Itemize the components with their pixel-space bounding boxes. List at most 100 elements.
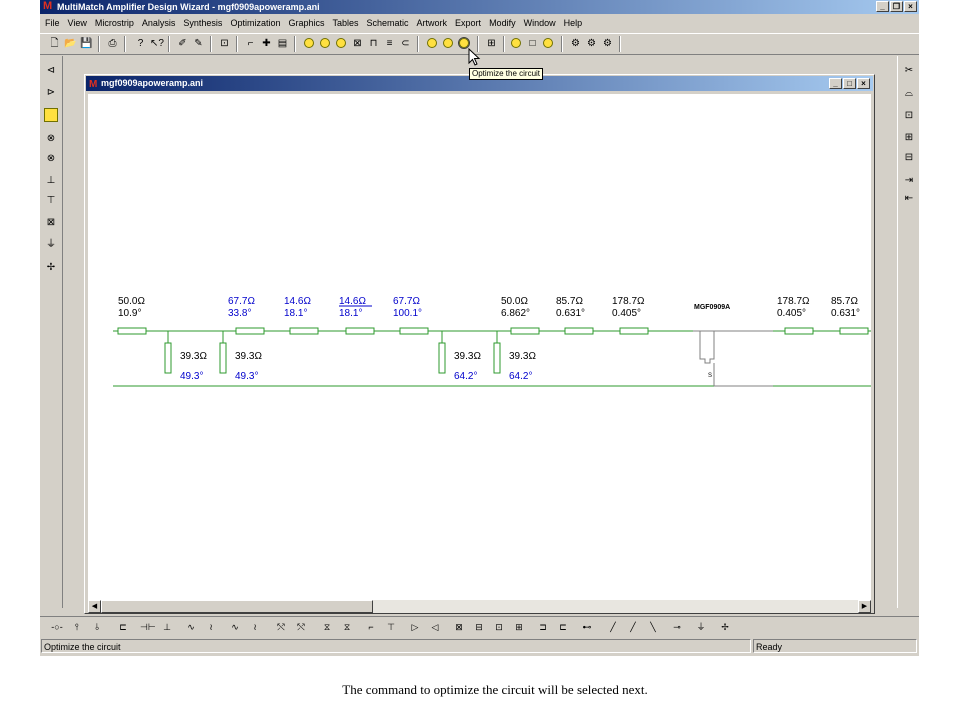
- network-3-icon[interactable]: ⊡: [492, 621, 506, 633]
- capacitor-box-icon[interactable]: ⊡: [902, 109, 916, 123]
- cross-icon[interactable]: ✚: [260, 37, 273, 50]
- arrow-in-icon[interactable]: ⇤: [902, 192, 916, 206]
- help-icon[interactable]: ?: [134, 37, 147, 50]
- menu-optimization[interactable]: Optimization: [225, 16, 283, 31]
- line-diagonal-3-icon[interactable]: ╲: [646, 621, 660, 633]
- menu-analysis[interactable]: Analysis: [137, 16, 179, 31]
- menu-modify[interactable]: Modify: [484, 16, 519, 31]
- resistor-icon[interactable]: ⊏: [116, 621, 130, 633]
- wizard-icon[interactable]: ⚙: [569, 37, 582, 50]
- restore-button[interactable]: ❐: [890, 1, 903, 12]
- network-2-icon[interactable]: ⊟: [472, 621, 486, 633]
- stub-down-icon[interactable]: ⊥: [44, 174, 58, 188]
- menu-file[interactable]: File: [40, 16, 63, 31]
- shunt-stub-icon[interactable]: ⫯: [70, 621, 84, 633]
- series-line-icon[interactable]: -○-: [50, 621, 64, 633]
- coupled-line-2-icon[interactable]: ⤲: [294, 621, 308, 633]
- optimize-circuit-icon[interactable]: [458, 37, 470, 49]
- device-icon[interactable]: ⊓: [367, 37, 380, 50]
- smith-tool-icon[interactable]: ✐: [176, 37, 189, 50]
- wizard-3-icon[interactable]: ⚙: [601, 37, 614, 50]
- open-stub-icon[interactable]: ⫰: [90, 621, 104, 633]
- diode-2-icon[interactable]: ◁: [428, 621, 442, 633]
- coupled-line-icon[interactable]: ⤲: [274, 621, 288, 633]
- menu-view[interactable]: View: [63, 16, 90, 31]
- menu-artwork[interactable]: Artwork: [412, 16, 451, 31]
- tee-icon[interactable]: ⊤: [384, 621, 398, 633]
- yellow-square-icon[interactable]: [44, 108, 58, 122]
- transformer-2-icon[interactable]: ⧖: [340, 621, 354, 633]
- doc-minimize-button[interactable]: _: [829, 78, 842, 89]
- menu-window[interactable]: Window: [519, 16, 559, 31]
- network-4-icon[interactable]: ⊞: [512, 621, 526, 633]
- horizontal-scrollbar[interactable]: ◀ ▶: [88, 600, 871, 613]
- menu-microstrip[interactable]: Microstrip: [90, 16, 137, 31]
- shunt-lc-icon[interactable]: ≀: [248, 621, 262, 633]
- grid-icon[interactable]: ⊠: [351, 37, 364, 50]
- ground-bottom-icon[interactable]: ⏚: [694, 621, 708, 633]
- menu-schematic[interactable]: Schematic: [362, 16, 412, 31]
- shunt-capacitor-icon[interactable]: ⊥: [160, 621, 174, 633]
- menu-tables[interactable]: Tables: [327, 16, 361, 31]
- scissors-icon[interactable]: ✂: [902, 64, 916, 78]
- save-icon[interactable]: 💾: [80, 37, 93, 50]
- tag-icon[interactable]: ⊂: [399, 37, 412, 50]
- inductor-icon[interactable]: ∿: [184, 621, 198, 633]
- graph-circle-icon[interactable]: [511, 38, 521, 48]
- stub-icon[interactable]: ⌐: [244, 37, 257, 50]
- new-file-icon[interactable]: 🗋: [48, 37, 61, 50]
- smith-tool-2-icon[interactable]: ✎: [192, 37, 205, 50]
- stub-up-icon[interactable]: ⊤: [44, 194, 58, 208]
- transformer-icon[interactable]: ⧖: [320, 621, 334, 633]
- bend-icon[interactable]: ⌐: [364, 621, 378, 633]
- layout-icon[interactable]: ⊞: [485, 37, 498, 50]
- component-icon[interactable]: ⊡: [218, 37, 231, 50]
- synthesis-g-icon[interactable]: [443, 38, 453, 48]
- analysis-f-icon[interactable]: [320, 38, 330, 48]
- menu-export[interactable]: Export: [450, 16, 484, 31]
- diode-icon[interactable]: ▷: [408, 621, 422, 633]
- minus-box-icon[interactable]: ⊟: [902, 151, 916, 165]
- circulator-icon[interactable]: ⊗: [44, 132, 58, 146]
- shunt-inductor-icon[interactable]: ≀: [204, 621, 218, 633]
- open-folder-icon[interactable]: 📂: [64, 37, 77, 50]
- cross-shape-icon[interactable]: ✢: [44, 261, 58, 275]
- doc-close-button[interactable]: ×: [857, 78, 870, 89]
- arrow-out-icon[interactable]: ⇥: [902, 174, 916, 188]
- ground-icon[interactable]: ⏚: [44, 238, 58, 252]
- network-icon[interactable]: ⊠: [452, 621, 466, 633]
- schematic-canvas[interactable]: 50.0Ω 10.9° 67.7Ω 33.8° 14.6Ω 18.1° 14.6Ω 18.1°…: [88, 94, 871, 600]
- graph-square-icon[interactable]: □: [526, 37, 539, 50]
- analysis-circle-icon[interactable]: [304, 38, 314, 48]
- bracket-icon[interactable]: ⌓: [902, 87, 916, 101]
- connector-icon[interactable]: ⊷: [580, 621, 594, 633]
- plus-box-icon[interactable]: ⊞: [902, 131, 916, 145]
- port-2-icon[interactable]: ⊏: [556, 621, 570, 633]
- wizard-2-icon[interactable]: ⚙: [585, 37, 598, 50]
- equal-icon[interactable]: ≡: [383, 37, 396, 50]
- line-diagonal-2-icon[interactable]: ╱: [626, 621, 640, 633]
- table-icon[interactable]: ▤: [276, 37, 289, 50]
- cross-bottom-icon[interactable]: ✢: [718, 621, 732, 633]
- capacitor-icon[interactable]: ⊣⊢: [140, 621, 156, 633]
- port-icon[interactable]: ⊐: [536, 621, 550, 633]
- menu-help[interactable]: Help: [559, 16, 586, 31]
- analysis-ring-icon[interactable]: [336, 38, 346, 48]
- circulator-2-icon[interactable]: ⊗: [44, 152, 58, 166]
- context-help-icon[interactable]: ↖?: [150, 37, 164, 50]
- menu-synthesis[interactable]: Synthesis: [178, 16, 225, 31]
- synthesis-y-icon[interactable]: [427, 38, 437, 48]
- close-button[interactable]: ×: [904, 1, 917, 12]
- scroll-right-button[interactable]: ▶: [858, 600, 871, 613]
- doc-maximize-button[interactable]: □: [843, 78, 856, 89]
- print-icon[interactable]: ⎙: [106, 37, 119, 50]
- minimize-button[interactable]: _: [876, 1, 889, 12]
- series-element-2-icon[interactable]: ⊳: [44, 86, 58, 100]
- terminal-icon[interactable]: ⊸: [670, 621, 684, 633]
- graph-minus-icon[interactable]: [543, 38, 553, 48]
- box-k-icon[interactable]: ⊠: [44, 216, 58, 230]
- menu-graphics[interactable]: Graphics: [283, 16, 327, 31]
- series-lc-icon[interactable]: ∿: [228, 621, 242, 633]
- series-element-icon[interactable]: ⊲: [44, 64, 58, 78]
- scroll-left-button[interactable]: ◀: [88, 600, 101, 613]
